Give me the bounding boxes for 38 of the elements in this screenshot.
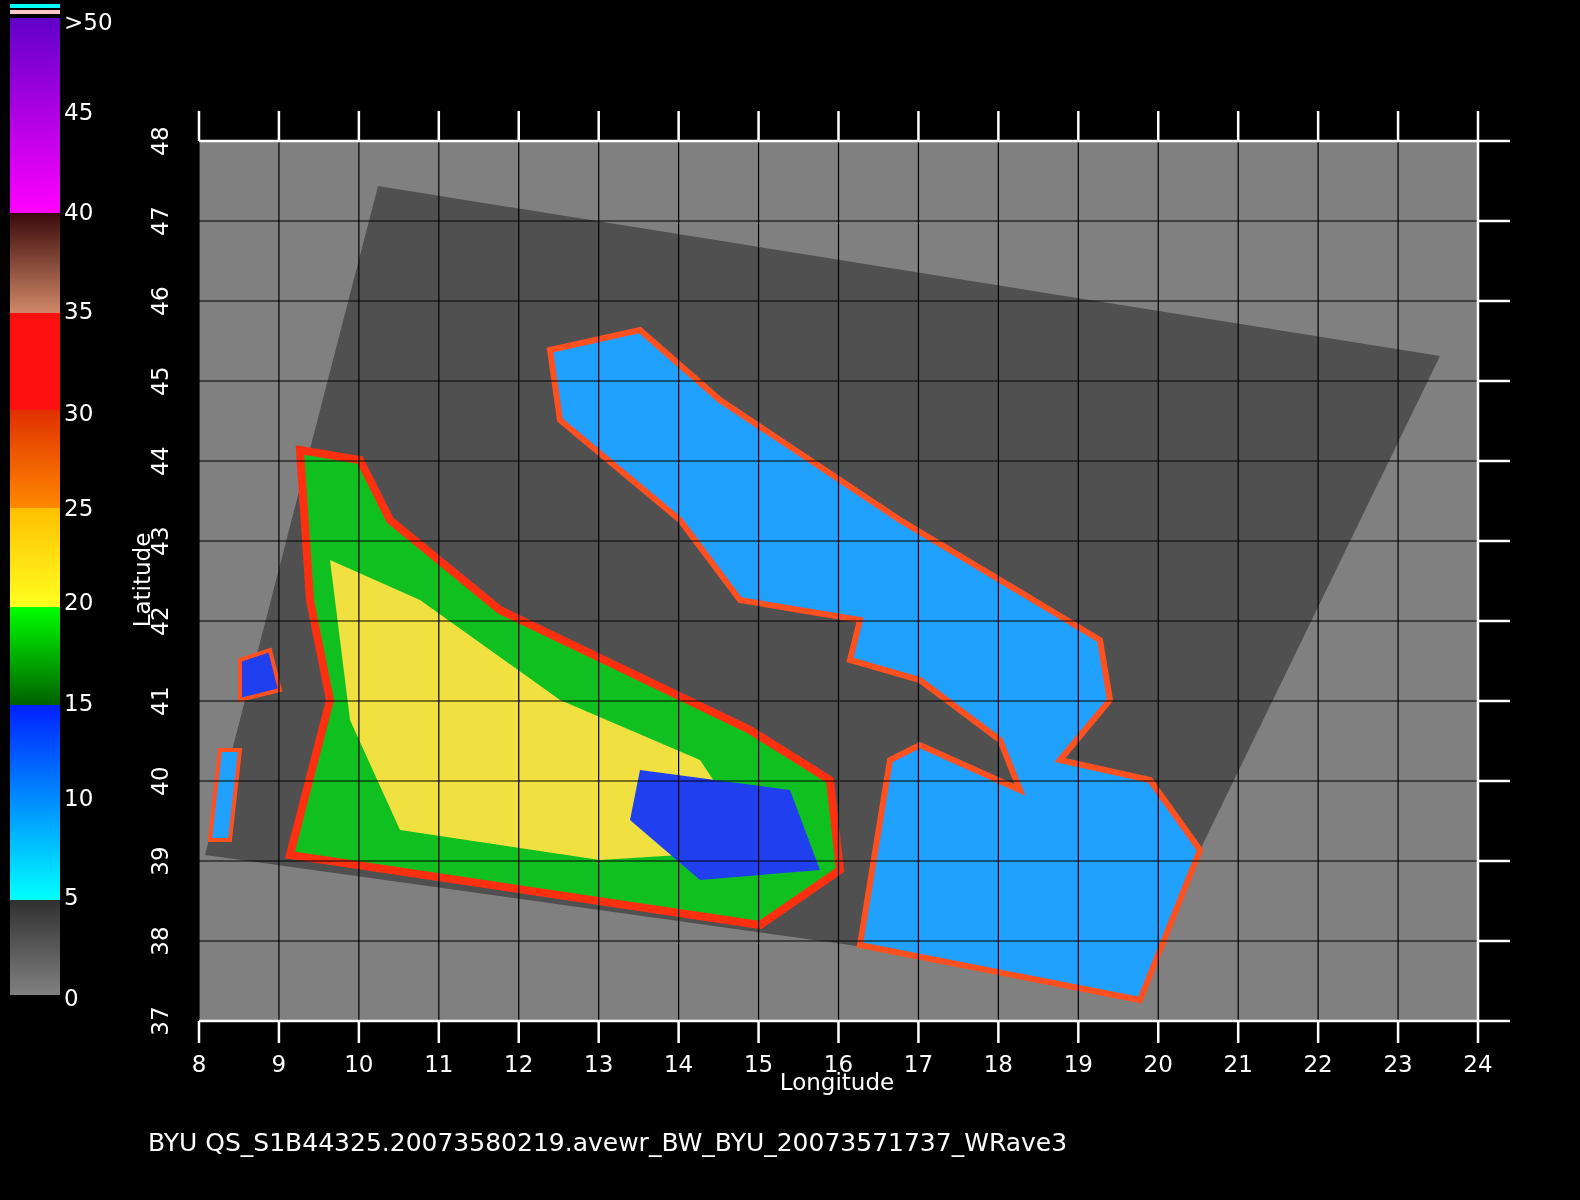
colorbar-label: 20 — [64, 589, 94, 615]
x-tick-label: 23 — [1383, 1051, 1413, 1077]
x-tick-label: 19 — [1063, 1051, 1093, 1077]
y-tick-label: 46 — [147, 286, 173, 316]
y-tick-label: 44 — [147, 446, 173, 476]
x-tick-label: 12 — [504, 1051, 534, 1077]
colorbar-label: 25 — [64, 495, 94, 521]
colorbar-label: >50 — [64, 9, 113, 35]
x-tick-label: 14 — [664, 1051, 694, 1077]
y-tick-label: 47 — [147, 206, 173, 236]
x-tick-label: 11 — [424, 1051, 454, 1077]
colorbar-label: 35 — [64, 298, 94, 324]
y-tick-label: 41 — [147, 686, 173, 716]
x-tick-label: 21 — [1223, 1051, 1253, 1077]
x-tick-label: 8 — [191, 1051, 207, 1077]
colorbar-label: 30 — [64, 400, 94, 426]
colorbar-label: 45 — [64, 99, 94, 125]
colorbar-label: 40 — [64, 199, 94, 225]
y-tick-label: 38 — [147, 926, 173, 956]
colorbar-label: 15 — [64, 690, 94, 716]
x-tick-label: 22 — [1303, 1051, 1333, 1077]
x-tick-label: 17 — [903, 1051, 934, 1077]
y-tick-label: 48 — [147, 126, 173, 156]
y-tick-label: 40 — [147, 766, 173, 796]
x-tick-label: 20 — [1143, 1051, 1173, 1077]
colorbar-label: 5 — [64, 884, 79, 910]
caption: BYU QS_S1B44325.20073580219.avewr_BW_BYU_20073571737_WRave3 — [148, 1128, 1068, 1157]
colorbar-label: 10 — [64, 785, 94, 811]
y-tick-label: 45 — [147, 366, 173, 396]
x-tick-label: 9 — [271, 1051, 287, 1077]
y-tick-label: 39 — [147, 846, 173, 876]
x-tick-label: 18 — [983, 1051, 1013, 1077]
y-tick-label: 37 — [147, 1006, 173, 1036]
x-tick-label: 24 — [1463, 1051, 1493, 1077]
colorbar-label: 0 — [64, 985, 79, 1011]
x-tick-label: 10 — [344, 1051, 374, 1077]
x-tick-label: 15 — [743, 1051, 774, 1077]
x-tick-label: 13 — [584, 1051, 614, 1077]
